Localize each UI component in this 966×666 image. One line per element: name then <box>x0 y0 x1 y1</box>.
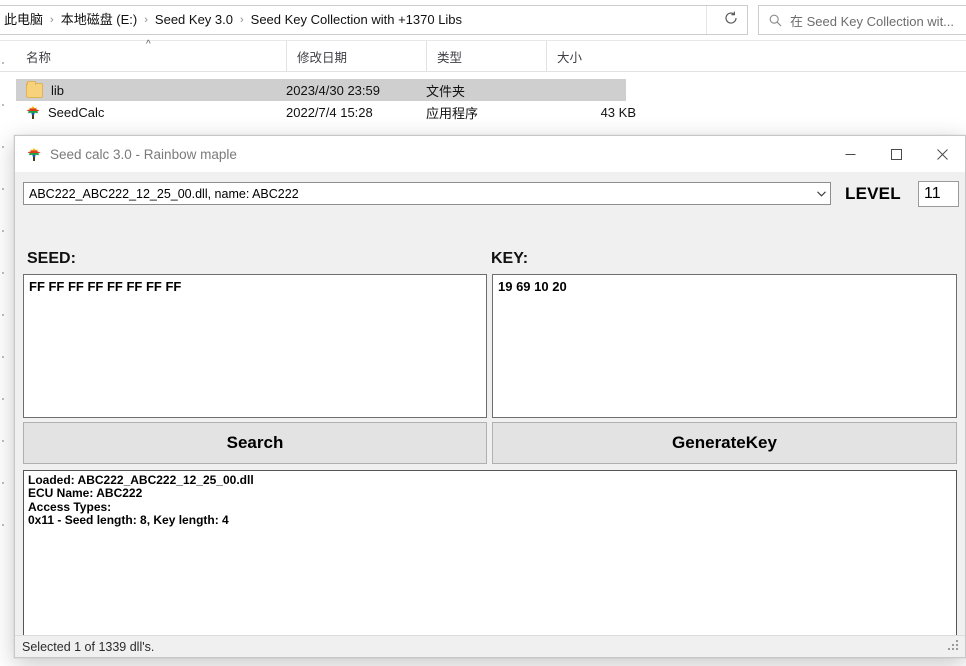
table-row[interactable]: lib 2023/4/30 23:59 文件夹 <box>16 79 626 101</box>
maple-leaf-icon <box>26 105 40 119</box>
breadcrumb-separator: › <box>144 14 148 26</box>
log-output[interactable]: Loaded: ABC222_ABC222_12_25_00.dll ECU N… <box>23 470 957 645</box>
level-label: LEVEL <box>845 184 901 203</box>
column-header-name[interactable]: 名称 <box>16 41 286 71</box>
sort-ascending-icon: ^ <box>146 39 151 50</box>
file-type-cell: 文件夹 <box>426 83 466 99</box>
breadcrumb: 此电脑 › 本地磁盘 (E:) › Seed Key 3.0 › Seed Ke… <box>0 6 706 34</box>
breadcrumb-item-1[interactable]: 本地磁盘 (E:) <box>58 10 141 30</box>
breadcrumb-separator: › <box>50 14 54 26</box>
search-button[interactable]: Search <box>23 422 487 464</box>
seed-input[interactable]: FF FF FF FF FF FF FF FF <box>23 274 487 418</box>
column-header-date[interactable]: 修改日期 <box>286 41 426 71</box>
file-size-cell: 43 KB <box>600 104 636 120</box>
file-name-text: SeedCalc <box>48 104 105 120</box>
breadcrumb-item-2[interactable]: Seed Key 3.0 <box>152 10 236 30</box>
column-header-type[interactable]: 类型 <box>426 41 526 71</box>
resize-grip-icon[interactable] <box>948 640 961 653</box>
dll-select[interactable]: ABC222_ABC222_12_25_00.dll, name: ABC222 <box>23 182 831 205</box>
refresh-button[interactable] <box>714 5 748 35</box>
folder-icon <box>26 80 43 98</box>
seed-label: SEED: <box>27 250 76 267</box>
address-bar[interactable]: 此电脑 › 本地磁盘 (E:) › Seed Key 3.0 › Seed Ke… <box>0 5 746 35</box>
refresh-icon <box>724 11 738 30</box>
window-controls <box>827 136 965 172</box>
table-row[interactable]: SeedCalc 2022/7/4 15:28 应用程序 43 KB <box>16 101 636 123</box>
chevron-down-icon[interactable] <box>812 183 830 204</box>
key-label: KEY: <box>491 250 529 267</box>
column-header-size[interactable]: 大小 <box>546 41 626 71</box>
file-name-text: lib <box>51 82 65 98</box>
minimize-button[interactable] <box>827 136 873 172</box>
breadcrumb-item-3[interactable]: Seed Key Collection with +1370 Libs <box>248 10 465 30</box>
breadcrumb-separator: › <box>239 14 244 26</box>
file-name-cell: SeedCalc <box>26 105 104 120</box>
dll-select-value: ABC222_ABC222_12_25_00.dll, name: ABC222 <box>29 186 299 201</box>
key-input[interactable]: 19 69 10 20 <box>492 274 957 418</box>
close-button[interactable] <box>919 136 965 172</box>
window-title: Seed calc 3.0 - Rainbow maple <box>50 146 237 162</box>
column-headers: 名称 修改日期 类型 大小 <box>0 41 966 72</box>
level-input[interactable]: 11 <box>918 181 959 207</box>
seed-calc-window: Seed calc 3.0 - Rainbow maple ABC222_ABC… <box>14 135 966 658</box>
dialog-body: ABC222_ABC222_12_25_00.dll, name: ABC222… <box>15 172 965 657</box>
search-input[interactable]: 在 Seed Key Collection wit... <box>758 5 966 35</box>
scroll-markers <box>0 48 7 568</box>
file-type-cell: 应用程序 <box>426 105 479 121</box>
file-date-cell: 2023/4/30 23:59 <box>286 82 380 98</box>
search-icon <box>769 14 782 27</box>
generate-key-button[interactable]: GenerateKey <box>492 422 957 464</box>
search-input-text: 在 Seed Key Collection wit... <box>790 13 955 29</box>
maximize-button[interactable] <box>873 136 919 172</box>
status-bar: Selected 1 of 1339 dll's. <box>15 635 965 657</box>
explorer-toolbar: 此电脑 › 本地磁盘 (E:) › Seed Key 3.0 › Seed Ke… <box>0 0 966 41</box>
file-name-cell: lib <box>26 80 65 98</box>
dialog-title-bar[interactable]: Seed calc 3.0 - Rainbow maple <box>15 136 965 173</box>
dialog-title-group: Seed calc 3.0 - Rainbow maple <box>15 147 237 162</box>
file-date-cell: 2022/7/4 15:28 <box>286 104 373 120</box>
breadcrumb-item-0[interactable]: 此电脑 <box>1 10 46 30</box>
maple-leaf-icon <box>27 147 41 161</box>
status-text: Selected 1 of 1339 dll's. <box>22 639 155 654</box>
